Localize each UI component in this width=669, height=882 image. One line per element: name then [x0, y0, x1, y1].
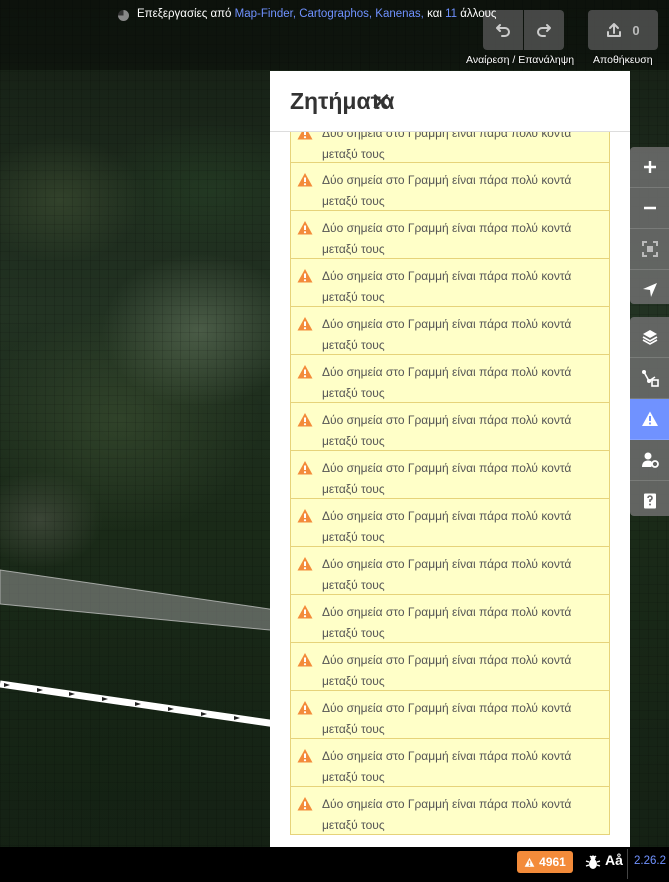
issue-item[interactable]: Δύο σημεία στο Γραμμή είναι πάρα πολύ κο…: [290, 163, 610, 211]
and-label: και: [427, 8, 442, 20]
user-gear-icon: [641, 452, 659, 468]
issue-item[interactable]: Δύο σημεία στο Γραμμή είναι πάρα πολύ κο…: [290, 451, 610, 499]
help-book-icon: [643, 493, 656, 509]
version-link[interactable]: 2.26.2: [634, 855, 666, 867]
layers-icon: [642, 330, 657, 345]
warning-icon: [297, 653, 313, 667]
warning-icon: [297, 317, 313, 331]
contributors-link[interactable]: Map-Finder, Cartographos, Kanenas,: [235, 8, 424, 20]
bug-icon[interactable]: [585, 854, 601, 870]
issue-message: Δύο σημεία στο Γραμμή είναι πάρα πολύ κο…: [322, 653, 572, 688]
loading-spinner-icon: [118, 10, 129, 21]
issue-item[interactable]: Δύο σημεία στο Γραμμή είναι πάρα πολύ κο…: [290, 307, 610, 355]
issue-message: Δύο σημεία στο Γραμμή είναι πάρα πολύ κο…: [322, 461, 572, 496]
warning-icon: [297, 413, 313, 427]
warning-icon: [297, 365, 313, 379]
issue-message: Δύο σημεία στο Γραμμή είναι πάρα πολύ κο…: [322, 557, 572, 592]
issue-item[interactable]: Δύο σημεία στο Γραμμή είναι πάρα πολύ κο…: [290, 211, 610, 259]
warning-icon: [297, 797, 313, 811]
issue-message: Δύο σημεία στο Γραμμή είναι πάρα πολύ κο…: [322, 269, 572, 304]
map-data-pane-button[interactable]: [630, 358, 669, 399]
issue-message: Δύο σημεία στο Γραμμή είναι πάρα πολύ κο…: [322, 132, 572, 161]
issue-message: Δύο σημεία στο Γραμμή είναι πάρα πολύ κο…: [322, 749, 572, 784]
issue-item[interactable]: Δύο σημεία στο Γραμμή είναι πάρα πολύ κο…: [290, 355, 610, 403]
warning-icon: [297, 132, 313, 140]
plus-icon: [643, 161, 656, 173]
footer-divider: [627, 849, 628, 879]
geolocate-button[interactable]: [630, 270, 669, 304]
issue-item[interactable]: Δύο σημεία στο Γραμμή είναι πάρα πολύ κο…: [290, 691, 610, 739]
issue-message: Δύο σημεία στο Γραμμή είναι πάρα πολύ κο…: [322, 413, 572, 448]
issues-pane-button[interactable]: [630, 399, 669, 440]
issue-item[interactable]: Δύο σημεία στο Γραμμή είναι πάρα πολύ κο…: [290, 547, 610, 595]
preferences-pane-button[interactable]: [630, 440, 669, 481]
issue-item[interactable]: Δύο σημεία στο Γραμμή είναι πάρα πολύ κο…: [290, 259, 610, 307]
undo-icon: [496, 24, 510, 37]
edits-prefix: Επεξεργασίες από: [137, 8, 232, 20]
issues-count: 4961: [539, 855, 566, 869]
map-data-icon: [641, 370, 659, 387]
zoom-out-button[interactable]: [630, 188, 669, 229]
frame-icon: [641, 241, 658, 257]
background-pane-button[interactable]: [630, 317, 669, 358]
issue-message: Δύο σημεία στο Γραμμή είναι πάρα πολύ κο…: [322, 365, 572, 400]
map-zoom-controls: [630, 147, 669, 304]
map-panel-controls: [630, 317, 669, 516]
redo-icon: [537, 24, 551, 37]
a11y-toggle-icon[interactable]: Aå: [605, 852, 623, 868]
help-pane-button[interactable]: [630, 481, 669, 516]
warning-icon: [297, 509, 313, 523]
issue-item[interactable]: Δύο σημεία στο Γραμμή είναι πάρα πολύ κο…: [290, 499, 610, 547]
issue-message: Δύο σημεία στο Γραμμή είναι πάρα πολύ κο…: [322, 605, 572, 640]
issue-message: Δύο σημεία στο Γραμμή είναι πάρα πολύ κο…: [322, 221, 572, 256]
issue-item[interactable]: Δύο σημεία στο Γραμμή είναι πάρα πολύ κο…: [290, 595, 610, 643]
save-button[interactable]: 0: [588, 10, 658, 50]
warning-icon: [297, 749, 313, 763]
issue-item[interactable]: Δύο σημεία στο Γραμμή είναι πάρα πολύ κο…: [290, 739, 610, 787]
save-label: Αποθήκευση: [593, 54, 653, 66]
close-panel-button[interactable]: ✕: [368, 87, 394, 117]
upload-icon: [607, 23, 622, 37]
issue-item[interactable]: Δύο σημεία στο Γραμμή είναι πάρα πολύ κο…: [290, 403, 610, 451]
map-way-line[interactable]: [0, 680, 291, 730]
issues-panel: Ζητήματα Δύο σημεία στο Γραμμή είναι πάρ…: [270, 71, 630, 847]
warning-icon: [524, 857, 535, 867]
minus-icon: [643, 206, 656, 210]
map-area-feature[interactable]: [0, 569, 291, 633]
footer-fade: [0, 847, 120, 882]
issue-item[interactable]: Δύο σημεία στο Γραμμή είναι πάρα πολύ κο…: [290, 787, 610, 835]
warning-icon: [297, 557, 313, 571]
warning-icon: [297, 461, 313, 475]
redo-button[interactable]: [524, 10, 564, 50]
issue-message: Δύο σημεία στο Γραμμή είναι πάρα πολύ κο…: [322, 173, 572, 208]
panel-header: Ζητήματα: [270, 71, 630, 132]
warning-icon: [641, 411, 658, 426]
edit-attribution: Επεξεργασίες από Map-Finder, Cartographo…: [137, 8, 496, 20]
issue-message: Δύο σημεία στο Γραμμή είναι πάρα πολύ κο…: [322, 701, 572, 736]
issue-item[interactable]: Δύο σημεία στο Γραμμή είναι πάρα πολύ κο…: [290, 643, 610, 691]
undo-redo-label: Αναίρεση / Επανάληψη: [466, 54, 575, 66]
issue-message: Δύο σημεία στο Γραμμή είναι πάρα πολύ κο…: [322, 317, 572, 352]
others-label: άλλους: [460, 8, 497, 20]
warning-icon: [297, 173, 313, 187]
others-count-link[interactable]: 11: [445, 8, 457, 20]
warning-icon: [297, 605, 313, 619]
issues-list[interactable]: Δύο σημεία στο Γραμμή είναι πάρα πολύ κο…: [290, 132, 610, 847]
zoom-to-selection-button[interactable]: [630, 229, 669, 270]
warning-icon: [297, 269, 313, 283]
zoom-in-button[interactable]: [630, 147, 669, 188]
warning-icon: [297, 701, 313, 715]
issue-item[interactable]: Δύο σημεία στο Γραμμή είναι πάρα πολύ κο…: [290, 132, 610, 163]
location-arrow-icon: [642, 283, 657, 297]
issue-message: Δύο σημεία στο Γραμμή είναι πάρα πολύ κο…: [322, 509, 572, 544]
save-count: 0: [632, 22, 640, 38]
issues-count-badge[interactable]: 4961: [517, 851, 573, 873]
issue-message: Δύο σημεία στο Γραμμή είναι πάρα πολύ κο…: [322, 797, 572, 832]
warning-icon: [297, 221, 313, 235]
